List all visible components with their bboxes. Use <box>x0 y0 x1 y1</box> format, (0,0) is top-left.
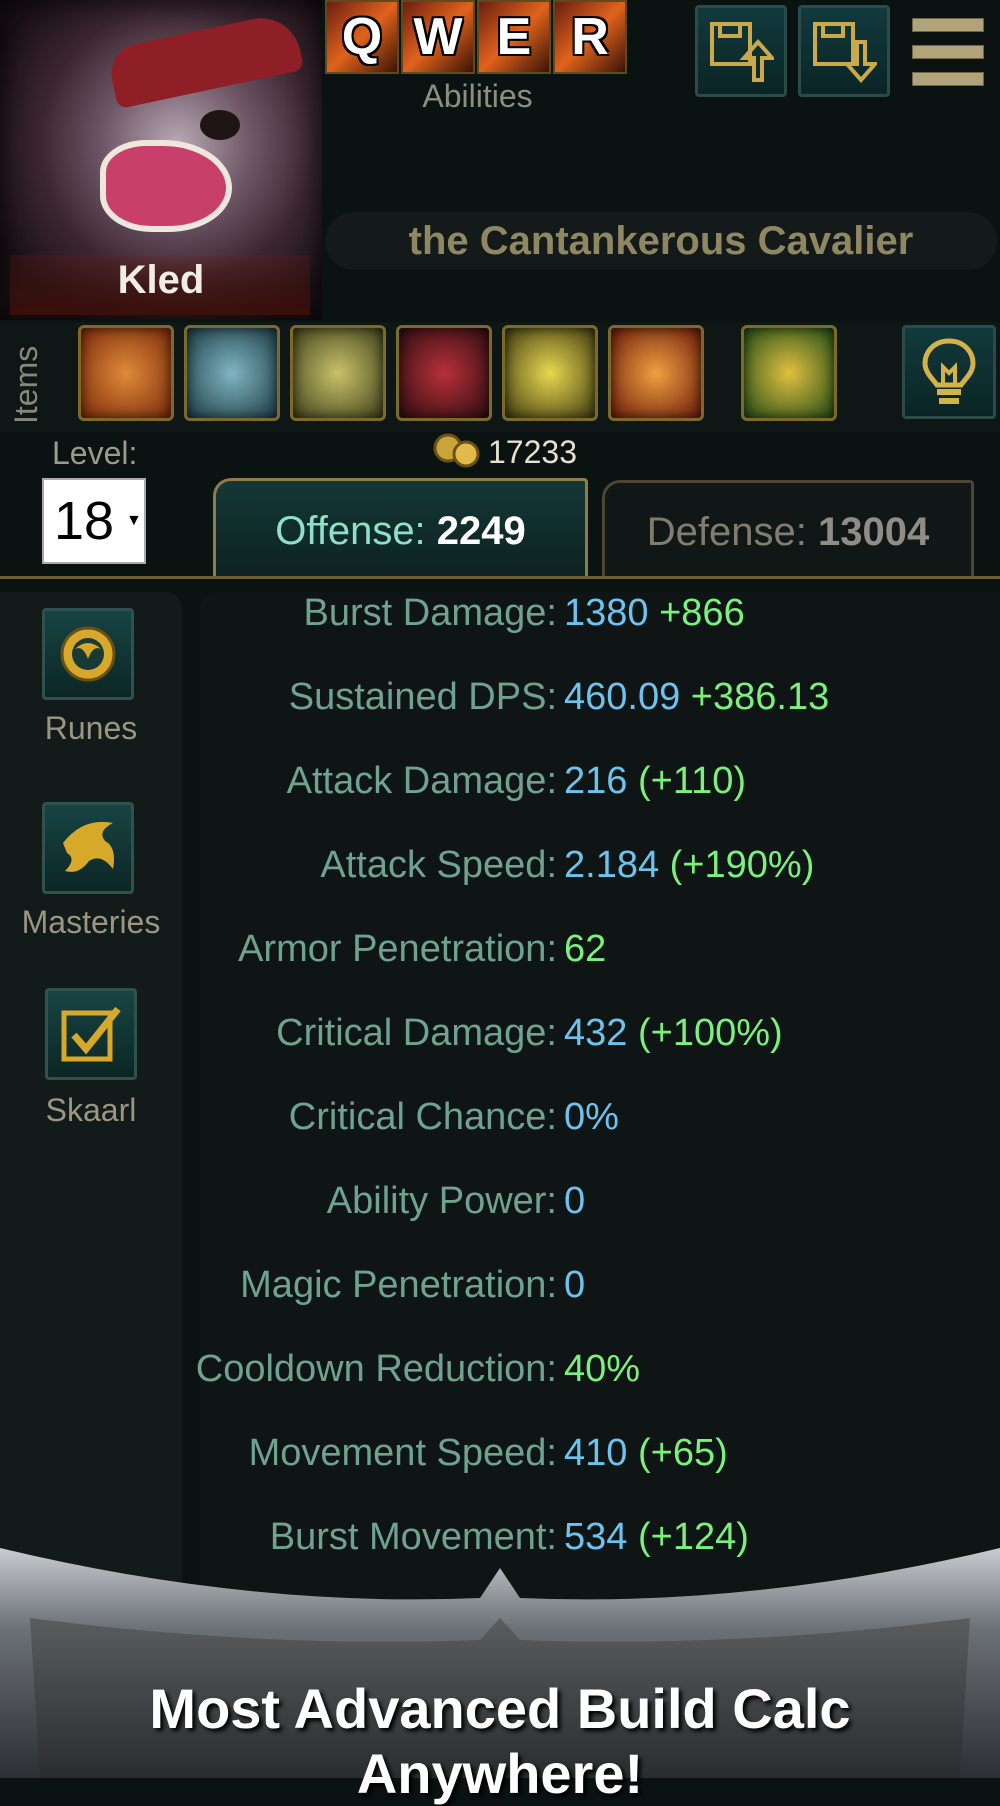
stat-base-value: 62 <box>564 928 607 970</box>
stat-row: Cooldown Reduction: 40% <box>196 1348 1000 1408</box>
stat-value: 0 <box>564 1180 585 1223</box>
stat-base-value: 460.09 <box>564 676 681 718</box>
stat-base-value: 1380 <box>564 592 649 634</box>
stat-bonus-value: (+190%) <box>669 844 815 886</box>
tips-button[interactable] <box>902 325 996 419</box>
stat-label: Attack Speed: <box>320 844 557 886</box>
floppy-upload-icon <box>710 22 774 82</box>
stat-label: Ability Power: <box>326 1180 557 1222</box>
portrait-mouth <box>100 140 232 232</box>
stat-bonus-value: (+110) <box>637 760 747 802</box>
portrait-hat <box>105 10 305 110</box>
stat-row: Movement Speed: 410 (+65) <box>200 1432 1000 1492</box>
stat-bonus-value: +866 <box>659 592 745 634</box>
mastery-icon <box>63 821 114 872</box>
item-slot-6[interactable] <box>608 325 704 421</box>
stat-row: Magic Penetration: 0 <box>200 1264 1000 1324</box>
stat-value: 216 (+110) <box>564 760 746 803</box>
champion-title: the Cantankerous Cavalier <box>325 212 997 270</box>
stat-label: Cooldown Reduction: <box>195 1348 557 1390</box>
stat-label: Sustained DPS: <box>288 676 557 718</box>
stat-label: Armor Penetration: <box>238 928 557 970</box>
stat-row: Sustained DPS: 460.09 +386.13 <box>200 676 1000 736</box>
stat-label: Attack Damage: <box>286 760 557 802</box>
skaarl-label: Skaarl <box>45 1092 137 1128</box>
stat-bonus-value: (+65) <box>637 1432 728 1474</box>
defense-value: 13004 <box>818 510 930 554</box>
total-gold: 17233 <box>488 434 577 470</box>
item-slot-1[interactable] <box>78 325 174 421</box>
ability-e-button[interactable]: E <box>477 0 551 74</box>
stat-label: Movement Speed: <box>248 1432 557 1474</box>
stat-label: Magic Penetration: <box>240 1264 557 1306</box>
stat-value: 0% <box>564 1096 619 1139</box>
runes-label: Runes <box>44 710 138 746</box>
stat-row: Attack Speed: 2.184 (+190%) <box>200 844 1000 904</box>
stat-value: 62 <box>564 928 606 971</box>
stat-base-value: 410 <box>564 1432 628 1474</box>
stat-row: Critical Chance: 0% <box>200 1096 1000 1156</box>
stat-row: Critical Damage: 432 (+100%) <box>200 1012 1000 1072</box>
stat-value: 1380 +866 <box>564 592 745 635</box>
stat-label: Critical Damage: <box>276 1012 557 1054</box>
skaarl-button[interactable] <box>45 988 137 1080</box>
tab-defense[interactable]: Defense: 13004 <box>602 480 974 578</box>
stat-base-value: 216 <box>564 760 628 802</box>
stat-row: Attack Damage: 216 (+110) <box>200 760 1000 820</box>
floppy-download-icon <box>813 22 877 84</box>
masteries-label: Masteries <box>21 904 161 940</box>
load-build-button[interactable] <box>798 5 890 97</box>
item-slot-3[interactable] <box>290 325 386 421</box>
tab-divider <box>0 576 1000 579</box>
level-label: Level: <box>52 435 138 471</box>
stat-value: 2.184 (+190%) <box>564 844 814 887</box>
sidebar <box>0 592 182 1712</box>
stat-value: 432 (+100%) <box>564 1012 783 1055</box>
checkbox-icon <box>61 1006 121 1062</box>
stat-base-value: 0 <box>564 1264 586 1306</box>
rune-icon <box>60 626 116 682</box>
stat-bonus-value: +386.13 <box>690 676 830 718</box>
trinket-slot[interactable] <box>741 325 837 421</box>
gold-coins-icon <box>433 433 480 468</box>
stat-value: 40% <box>564 1348 640 1391</box>
tab-offense[interactable]: Offense: 2249 <box>213 478 588 578</box>
champion-portrait[interactable]: Kled <box>0 0 322 320</box>
stat-value: 0 <box>564 1264 585 1307</box>
stat-label: Burst Damage: <box>303 592 557 634</box>
stat-base-value: 2.184 <box>564 844 660 886</box>
ability-q-button[interactable]: Q <box>325 0 399 74</box>
stat-value: 460.09 +386.13 <box>564 676 829 719</box>
runes-button[interactable] <box>42 608 134 700</box>
stat-base-value: 0 <box>564 1180 586 1222</box>
stat-base-value: 40% <box>564 1348 641 1390</box>
stat-bonus-value: (+100%) <box>637 1012 783 1054</box>
chevron-down-icon: ▼ <box>126 512 142 529</box>
stat-base-value: 0% <box>564 1096 619 1138</box>
item-slot-5[interactable] <box>502 325 598 421</box>
ability-r-button[interactable]: R <box>553 0 627 74</box>
defense-label: Defense: <box>646 510 807 554</box>
stat-row: Armor Penetration: 62 <box>200 928 1000 988</box>
stat-base-value: 432 <box>564 1012 628 1054</box>
portrait-eye <box>200 110 240 140</box>
ability-w-button[interactable]: W <box>401 0 475 74</box>
stat-value: 410 (+65) <box>564 1432 728 1475</box>
save-build-button[interactable] <box>695 5 787 97</box>
banner-slogan: Most Advanced Build Calc Anywhere! <box>149 1677 851 1805</box>
stat-label: Critical Chance: <box>288 1096 557 1138</box>
item-slot-2[interactable] <box>184 325 280 421</box>
champion-name: Kled <box>117 258 205 302</box>
lightbulb-icon <box>922 338 976 404</box>
item-slot-4[interactable] <box>396 325 492 421</box>
offense-value: 2249 <box>436 509 526 553</box>
masteries-button[interactable] <box>42 802 134 894</box>
hamburger-menu-icon[interactable] <box>912 18 984 86</box>
offense-label: Offense: <box>275 509 426 553</box>
abilities-label: Abilities <box>422 78 533 114</box>
items-label: Items <box>8 345 44 425</box>
stat-row: Burst Damage: 1380 +866 <box>200 592 1000 652</box>
stat-row: Ability Power: 0 <box>200 1180 1000 1240</box>
